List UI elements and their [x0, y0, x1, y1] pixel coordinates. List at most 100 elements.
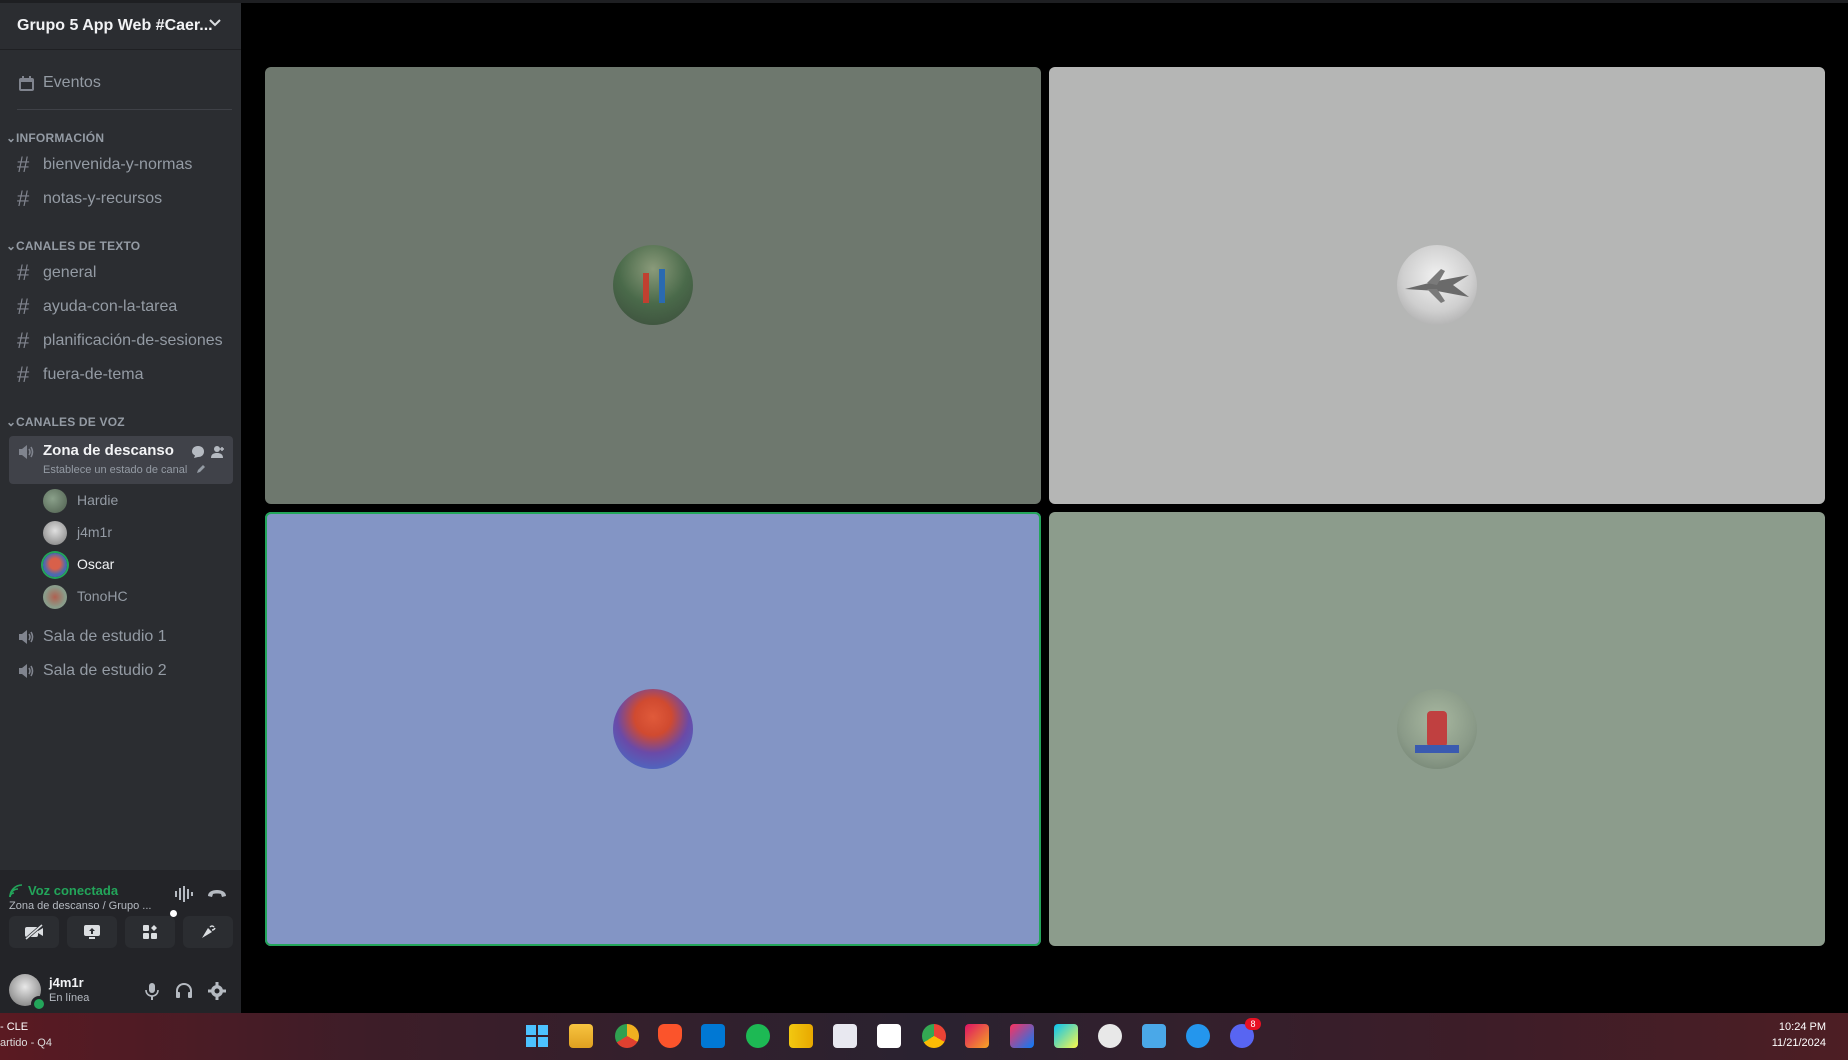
windows-logo-icon: [526, 1025, 548, 1047]
chevron-down-icon: ⌄: [6, 131, 17, 145]
signal-icon[interactable]: [9, 884, 23, 898]
hash-icon: #: [17, 328, 30, 353]
camera-off-icon: [25, 924, 43, 940]
start-icon[interactable]: [525, 1024, 549, 1048]
pencil-icon[interactable]: [195, 463, 207, 475]
participant-avatar: [1397, 245, 1477, 325]
channel-label: general: [43, 264, 97, 281]
soundboard-button[interactable]: [183, 916, 233, 948]
channel-fuera-de-tema[interactable]: # fuera-de-tema: [9, 359, 233, 391]
vscode-icon[interactable]: [701, 1024, 725, 1048]
voice-channel-label: Zona de descanso: [43, 442, 174, 459]
user-name[interactable]: j4m1r: [49, 975, 84, 990]
camera-off-button[interactable]: [9, 916, 59, 948]
channel-status[interactable]: Establece un estado de canal: [43, 464, 187, 476]
hash-icon: #: [17, 294, 30, 319]
intellij-icon[interactable]: [1010, 1024, 1034, 1048]
channel-label: ayuda-con-la-tarea: [43, 298, 178, 315]
channel-notas-y-recursos[interactable]: # notas-y-recursos: [9, 183, 233, 215]
category-info[interactable]: ⌄INFORMACIÓN: [6, 131, 104, 145]
media-widget-line2[interactable]: artido - Q4: [0, 1037, 52, 1049]
voice-status[interactable]: Voz conectada: [28, 883, 118, 898]
docker-icon[interactable]: [1186, 1024, 1210, 1048]
chat-bubble-icon[interactable]: [190, 444, 206, 460]
chevron-down-icon: ⌄: [6, 415, 17, 429]
webstorm-icon[interactable]: [1054, 1024, 1078, 1048]
clock-time[interactable]: 10:24 PM: [1779, 1021, 1826, 1033]
participant-tile-tonohc[interactable]: [1049, 512, 1825, 946]
user-panel: j4m1r En línea: [0, 966, 241, 1016]
voice-location[interactable]: Zona de descanso / Grupo ...: [9, 900, 151, 912]
events-item[interactable]: Eventos: [9, 67, 233, 99]
channel-label: Sala de estudio 1: [43, 628, 167, 645]
activities-button[interactable]: [125, 910, 177, 948]
channel-label: bienvenida-y-normas: [43, 156, 193, 173]
media-widget-line1[interactable]: - CLE: [0, 1021, 28, 1033]
hash-icon: #: [17, 362, 30, 387]
notion-icon[interactable]: [877, 1024, 901, 1048]
noise-suppression-icon[interactable]: [174, 886, 194, 902]
jet-icon: [1405, 269, 1469, 303]
power-bi-icon[interactable]: [789, 1024, 813, 1048]
participant-tile-hardie[interactable]: [265, 67, 1041, 504]
disconnect-icon[interactable]: [207, 887, 227, 901]
notification-dot: [170, 910, 177, 917]
snipping-tool-icon[interactable]: [833, 1024, 857, 1048]
divider: [17, 109, 232, 110]
voice-channel-zona-de-descanso[interactable]: Zona de descanso Establece un estado de …: [9, 436, 233, 484]
avatar: [43, 489, 67, 513]
soundboard-icon: [202, 925, 216, 938]
category-voice-channels[interactable]: ⌄CANALES DE VOZ: [6, 415, 125, 429]
microphone-icon[interactable]: [143, 981, 161, 1001]
clock-app-icon[interactable]: [1098, 1024, 1122, 1048]
headphones-icon[interactable]: [174, 981, 194, 1001]
hash-icon: #: [17, 152, 30, 177]
participant-avatar: [1397, 689, 1477, 769]
participant-tile-oscar[interactable]: [265, 512, 1041, 946]
voice-connection-panel: Voz conectada Zona de descanso / Grupo .…: [0, 870, 241, 967]
calendar-icon: [19, 76, 34, 91]
channel-general[interactable]: # general: [9, 257, 233, 289]
file-explorer-icon[interactable]: [569, 1024, 593, 1048]
chrome-icon[interactable]: [922, 1024, 946, 1048]
avatar: [43, 553, 67, 577]
participant-avatar: [613, 689, 693, 769]
voice-channel-sala-de-estudio-1[interactable]: Sala de estudio 1: [9, 621, 233, 653]
avatar: [43, 585, 67, 609]
channel-bienvenida-y-normas[interactable]: # bienvenida-y-normas: [9, 149, 233, 181]
channel-label: notas-y-recursos: [43, 190, 163, 207]
speaker-icon: [19, 630, 34, 644]
participant-avatar: [613, 245, 693, 325]
member-name: TonoHC: [77, 588, 128, 604]
events-label: Eventos: [43, 74, 101, 91]
hash-icon: #: [17, 260, 30, 285]
notepad-icon[interactable]: [1142, 1024, 1166, 1048]
channel-sidebar: Grupo 5 App Web #Caer... Eventos ⌄INFORM…: [0, 3, 241, 1016]
category-text-channels[interactable]: ⌄CANALES DE TEXTO: [6, 239, 140, 253]
online-status-dot: [31, 996, 47, 1012]
channel-label: Sala de estudio 2: [43, 662, 167, 679]
server-name: Grupo 5 App Web #Caer...: [17, 17, 213, 34]
member-name: j4m1r: [77, 524, 113, 540]
channel-ayuda-con-la-tarea[interactable]: # ayuda-con-la-tarea: [9, 291, 233, 323]
gear-icon[interactable]: [207, 981, 227, 1001]
clock-date[interactable]: 11/21/2024: [1772, 1037, 1826, 1049]
avatar: [43, 521, 67, 545]
speaker-icon: [19, 664, 34, 678]
discord-icon[interactable]: 8: [1230, 1018, 1261, 1048]
participant-tile-j4m1r[interactable]: [1049, 67, 1825, 504]
chrome-canary-icon[interactable]: [615, 1024, 639, 1048]
voice-channel-sala-de-estudio-2[interactable]: Sala de estudio 2: [9, 655, 233, 687]
channel-planificacion-de-sesiones[interactable]: # planificación-de-sesiones: [9, 325, 233, 357]
windows-taskbar: - CLE artido - Q4 8 10:24 PM 11/21/2024: [0, 1013, 1848, 1060]
server-header[interactable]: Grupo 5 App Web #Caer...: [0, 3, 241, 50]
channel-label: fuera-de-tema: [43, 366, 144, 383]
window-top-border: [0, 0, 1848, 3]
share-screen-button[interactable]: [67, 916, 117, 948]
brave-icon[interactable]: [658, 1024, 682, 1048]
member-name: Hardie: [77, 492, 119, 508]
rider-icon[interactable]: [965, 1024, 989, 1048]
screen-share-icon: [84, 925, 100, 939]
add-user-icon[interactable]: [210, 444, 226, 460]
spotify-icon[interactable]: [746, 1024, 770, 1048]
